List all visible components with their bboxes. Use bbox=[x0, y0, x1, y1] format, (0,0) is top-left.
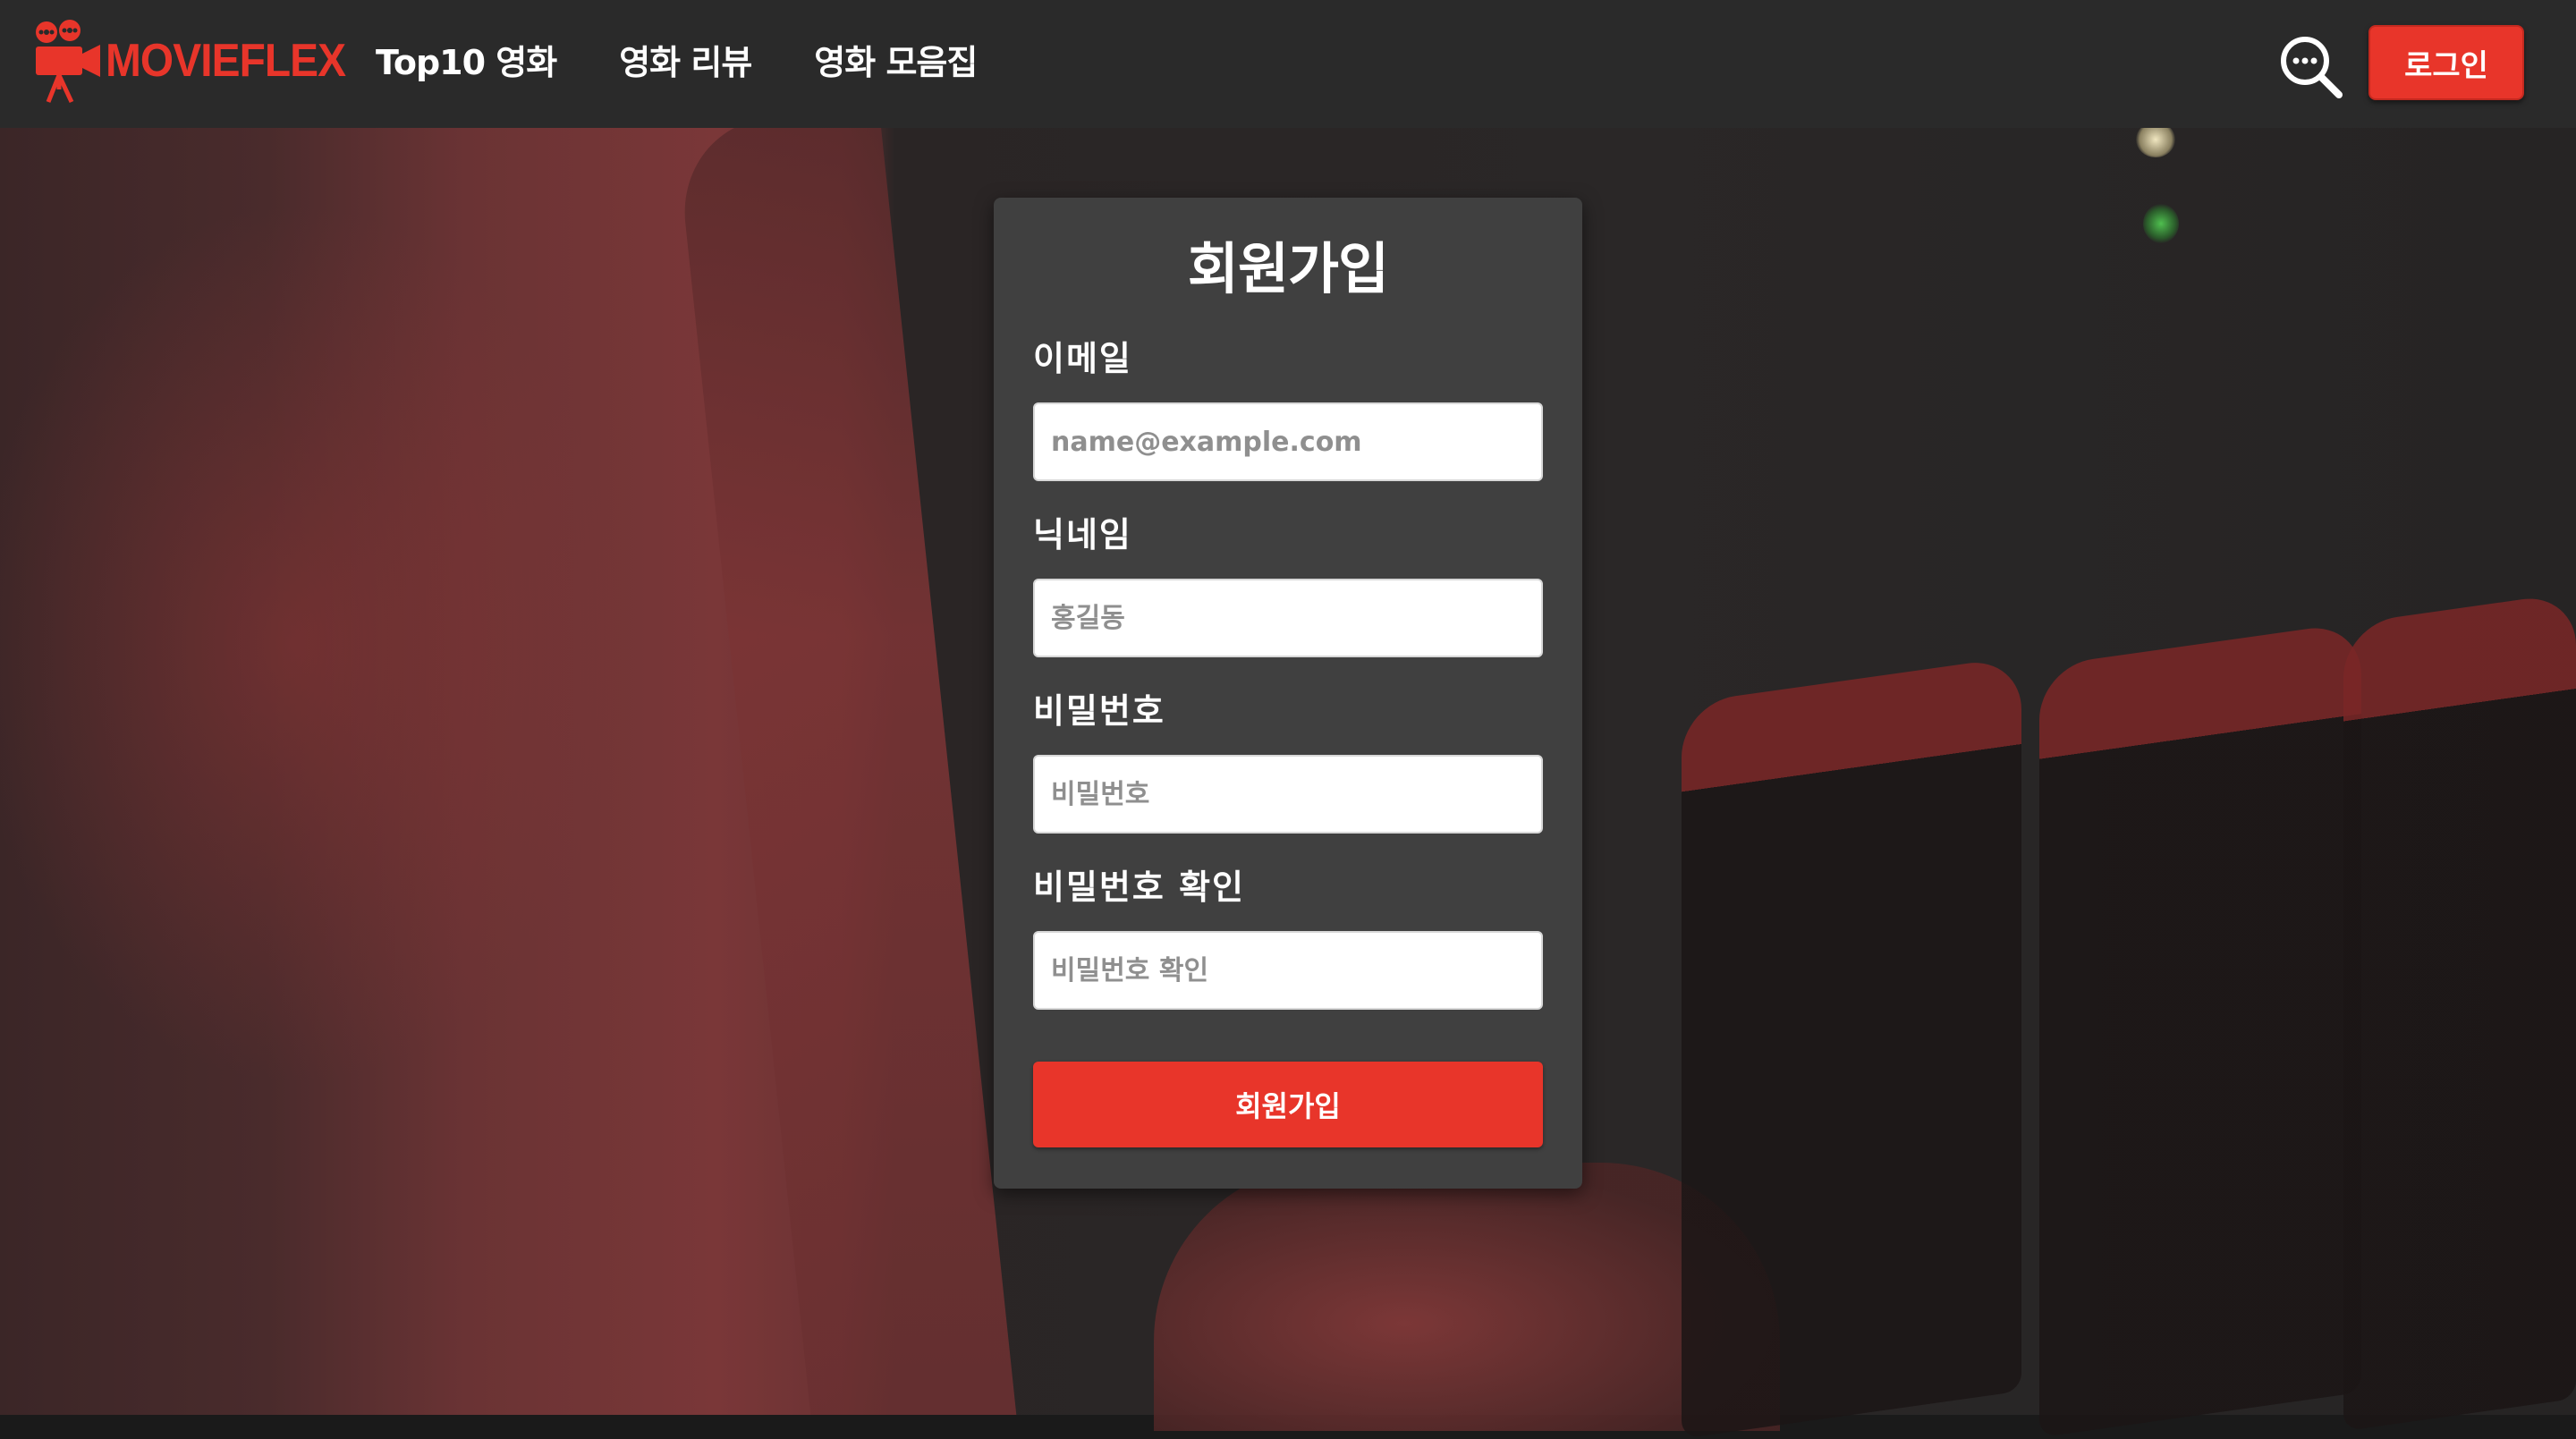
background-light bbox=[2143, 204, 2179, 243]
login-button[interactable]: 로그인 bbox=[2368, 25, 2524, 100]
nav-item-reviews[interactable]: 영화 리뷰 bbox=[619, 36, 752, 89]
nickname-field[interactable] bbox=[1033, 579, 1543, 657]
brand-name: MOVIEFLEX bbox=[106, 35, 346, 87]
brand-logo[interactable]: MOVIEFLEX bbox=[32, 16, 366, 106]
nav-item-collections[interactable]: 영화 모음집 bbox=[814, 36, 978, 89]
password-field[interactable] bbox=[1033, 755, 1543, 834]
email-field[interactable] bbox=[1033, 402, 1543, 481]
top-navbar: MOVIEFLEX Top10 영화 영화 리뷰 영화 모음집 로그인 bbox=[0, 0, 2576, 128]
background-seat bbox=[2039, 621, 2361, 1438]
main-nav: Top10 영화 영화 리뷰 영화 모음집 bbox=[376, 36, 978, 89]
search-icon[interactable] bbox=[2276, 32, 2344, 100]
signup-form: 회원가입 이메일 닉네임 비밀번호 비밀번호 확인 회원가입 bbox=[994, 198, 1582, 1189]
background-seat bbox=[2343, 591, 2576, 1432]
nickname-label: 닉네임 bbox=[1033, 515, 1132, 554]
password-confirm-field[interactable] bbox=[1033, 931, 1543, 1010]
email-label: 이메일 bbox=[1033, 339, 1132, 378]
movie-camera-icon bbox=[36, 20, 100, 104]
password-label: 비밀번호 bbox=[1033, 691, 1165, 731]
nav-item-top10[interactable]: Top10 영화 bbox=[376, 36, 557, 89]
background-seat bbox=[1682, 656, 2021, 1439]
form-title: 회원가입 bbox=[1187, 236, 1389, 301]
background-seat bbox=[674, 116, 1017, 1415]
signup-submit-button[interactable]: 회원가입 bbox=[1033, 1062, 1543, 1147]
password-confirm-label: 비밀번호 확인 bbox=[1033, 868, 1245, 907]
